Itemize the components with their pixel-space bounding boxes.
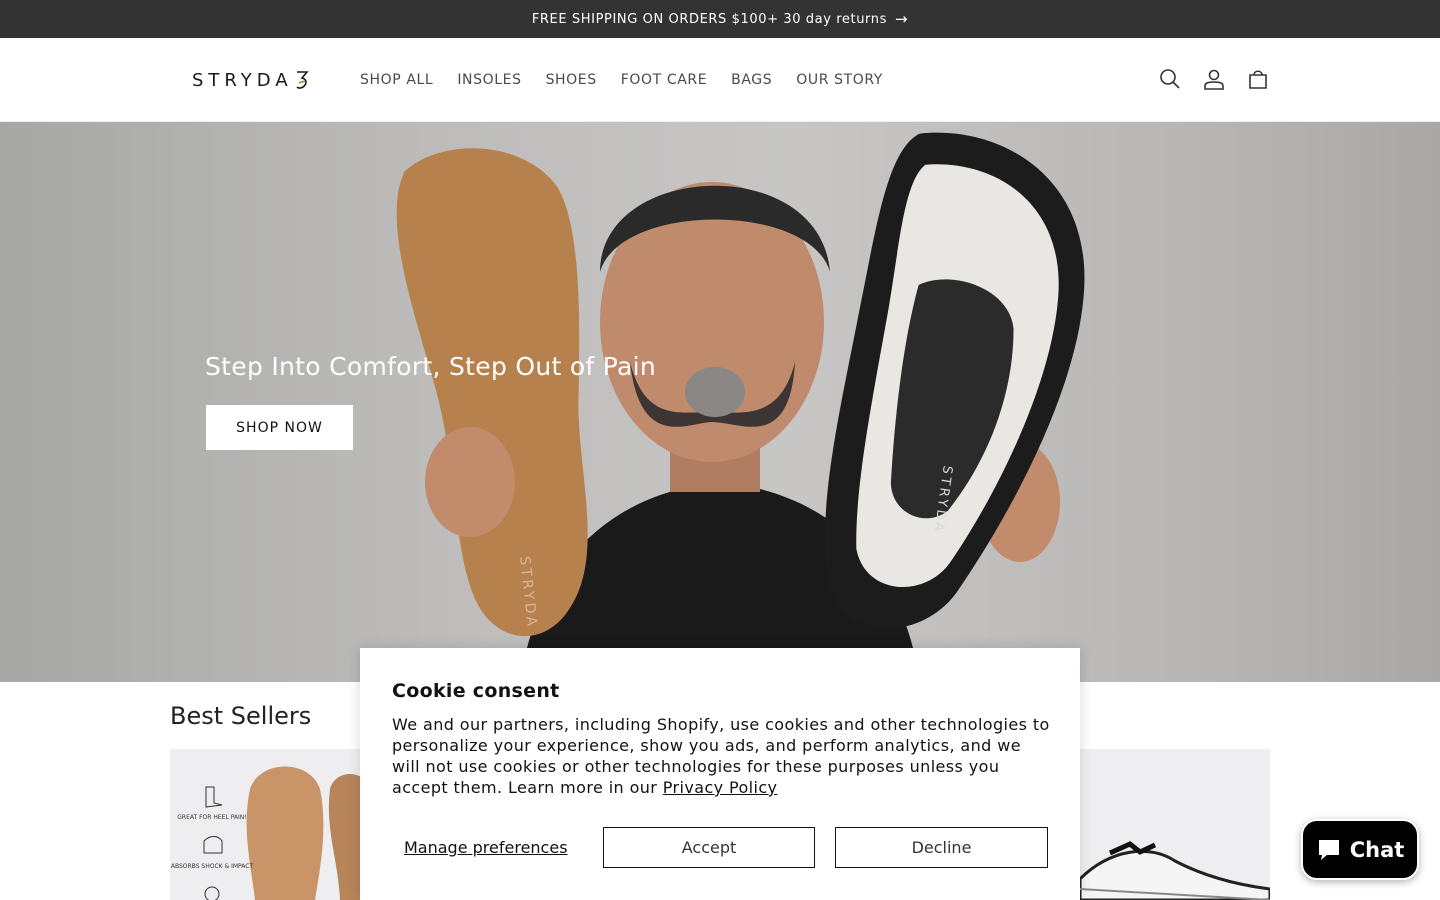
- account-icon[interactable]: [1200, 64, 1228, 94]
- chat-label: Chat: [1349, 837, 1405, 862]
- announcement-bar[interactable]: FREE SHIPPING ON ORDERS $100+ 30 day ret…: [0, 0, 1440, 38]
- cookie-actions: Manage preferences Accept Decline: [392, 827, 1048, 868]
- announcement-text: FREE SHIPPING ON ORDERS $100+ 30 day ret…: [531, 11, 887, 27]
- nav-shop-all[interactable]: SHOP ALL: [348, 72, 445, 88]
- accept-button[interactable]: Accept: [603, 827, 815, 868]
- logo[interactable]: STRYDA: [192, 68, 309, 92]
- cart-icon[interactable]: [1244, 64, 1272, 94]
- nav-shoes[interactable]: SHOES: [534, 72, 609, 88]
- product-image: GREAT FOR HEEL PAIN! ABSORBS SHOCK & IMP…: [171, 766, 370, 900]
- logo-text: STRYDA: [192, 69, 293, 91]
- arrow-right-icon: →: [894, 10, 909, 28]
- search-icon[interactable]: [1156, 64, 1184, 94]
- chat-button[interactable]: Chat: [1301, 819, 1419, 880]
- nav-bags[interactable]: BAGS: [719, 72, 784, 88]
- cookie-consent-dialog: Cookie consent We and our partners, incl…: [360, 648, 1080, 900]
- chat-bubble-icon: [1318, 839, 1339, 860]
- manage-preferences-link[interactable]: Manage preferences: [392, 838, 602, 857]
- hero-banner: STRYDA STRYDA Step Into Comfort, Step Ou…: [0, 122, 1440, 682]
- nav-foot-care[interactable]: FOOT CARE: [609, 72, 719, 88]
- best-sellers-title: Best Sellers: [170, 702, 312, 730]
- cookie-title: Cookie consent: [392, 680, 560, 702]
- nav-our-story[interactable]: OUR STORY: [784, 72, 895, 88]
- nav-insoles[interactable]: INSOLES: [445, 72, 533, 88]
- decline-button[interactable]: Decline: [835, 827, 1048, 868]
- hero-title: Step Into Comfort, Step Out of Pain: [205, 352, 657, 381]
- header-icons: [1156, 64, 1272, 94]
- hero-image: STRYDA STRYDA: [396, 132, 1085, 682]
- site-header: STRYDA SHOP ALL INSOLES SHOES FOOT CARE …: [0, 38, 1440, 122]
- main-nav: SHOP ALL INSOLES SHOES FOOT CARE BAGS OU…: [348, 38, 895, 122]
- product-card[interactable]: GREAT FOR HEEL PAIN! ABSORBS SHOCK & IMP…: [170, 749, 370, 900]
- product-feature-1: GREAT FOR HEEL PAIN!: [177, 814, 246, 821]
- privacy-policy-link[interactable]: Privacy Policy: [663, 778, 778, 797]
- cookie-body: We and our partners, including Shopify, …: [392, 714, 1052, 798]
- logo-mark-icon: [296, 71, 309, 89]
- product-feature-2: ABSORBS SHOCK & IMPACT: [171, 863, 254, 870]
- product-card[interactable]: [1080, 749, 1270, 900]
- shop-now-button[interactable]: SHOP NOW: [206, 405, 353, 450]
- product-image: [1080, 841, 1270, 900]
